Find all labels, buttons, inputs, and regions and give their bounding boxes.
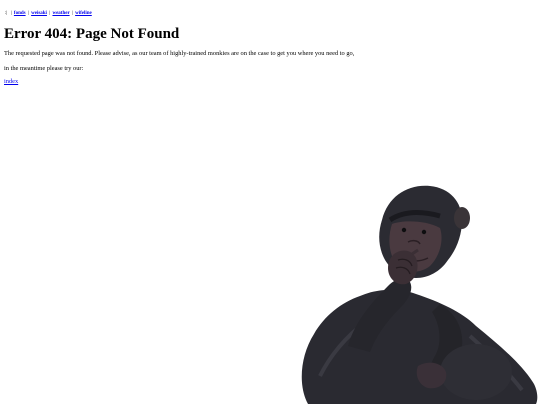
nav-separator: | xyxy=(27,11,29,16)
top-nav: :| | fonds | weisaki | weather | wifelin… xyxy=(4,11,92,17)
nav-prefix: :| xyxy=(5,11,8,16)
nav-separator: | xyxy=(49,11,51,16)
index-link[interactable]: index xyxy=(4,78,18,86)
error-message: The requested page was not found. Please… xyxy=(4,50,355,57)
nav-separator: | xyxy=(71,11,73,16)
chimpanzee-image xyxy=(301,185,538,404)
nav-link-weather[interactable]: weather xyxy=(52,11,69,16)
nav-link-fonds[interactable]: fonds xyxy=(14,11,26,16)
nav-link-weisaki[interactable]: weisaki xyxy=(31,11,47,16)
nav-separator: | xyxy=(10,11,12,16)
nav-link-wifeline[interactable]: wifeline xyxy=(75,11,92,16)
page-title: Error 404: Page Not Found xyxy=(4,26,180,42)
suggestion-text: in the meantime please try our: xyxy=(4,65,84,72)
